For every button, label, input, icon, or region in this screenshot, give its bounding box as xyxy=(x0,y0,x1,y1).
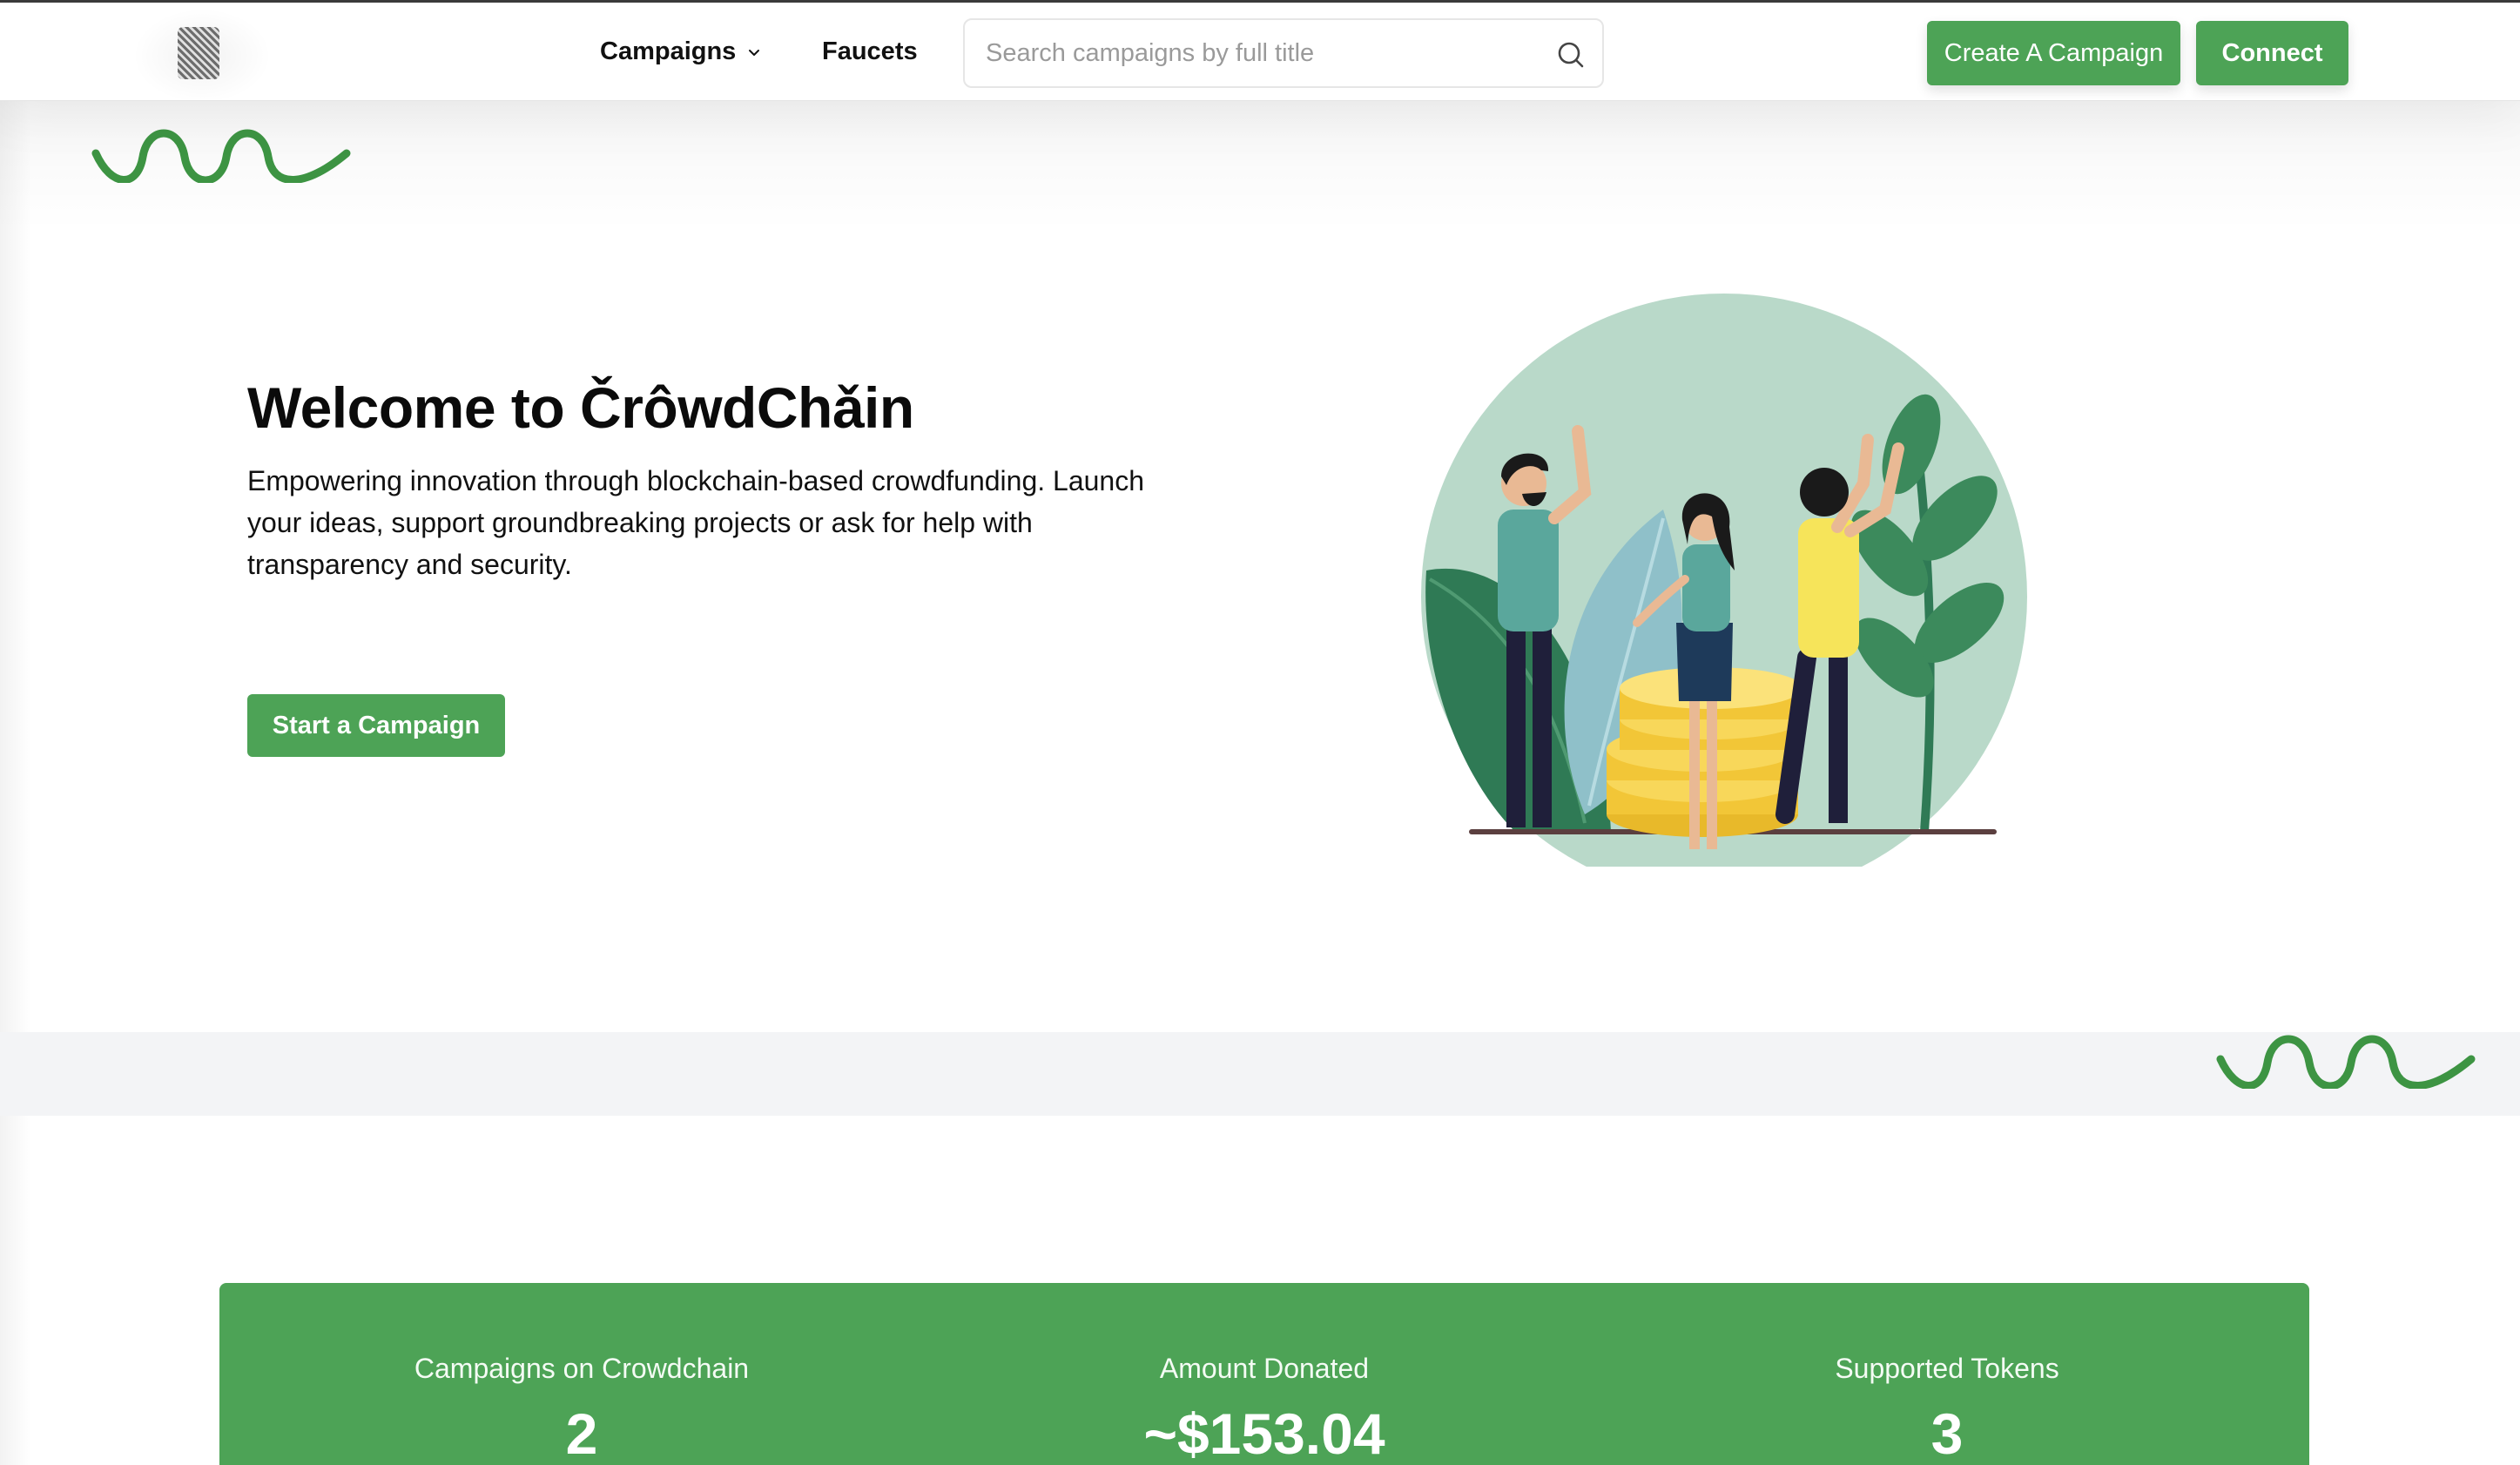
create-campaign-button[interactable]: Create A Campaign xyxy=(1927,21,2180,85)
connect-button[interactable]: Connect xyxy=(2196,21,2348,85)
top-navbar: Campaigns Faucets Create A Campaign Conn… xyxy=(0,3,2520,104)
stat-label: Supported Tokens xyxy=(1835,1353,2059,1384)
stat-value: ~$153.04 xyxy=(1143,1401,1385,1465)
stat-amount-donated: Amount Donated ~$153.04 xyxy=(1003,1353,1526,1465)
stat-label: Amount Donated xyxy=(1159,1353,1370,1384)
header-shadow-fade xyxy=(0,101,2520,232)
decorative-wave-icon xyxy=(91,129,351,183)
hero-title: Welcome to ČrôwdChǎin xyxy=(247,375,914,440)
nav-campaigns-dropdown[interactable]: Campaigns xyxy=(600,37,762,66)
search-box xyxy=(963,18,1604,88)
stat-campaigns: Campaigns on Crowdchain 2 xyxy=(320,1353,843,1465)
stat-value: 3 xyxy=(1930,1401,1964,1465)
nav-faucets-link[interactable]: Faucets xyxy=(822,37,918,66)
start-campaign-button[interactable]: Start a Campaign xyxy=(247,694,505,757)
left-edge-shadow xyxy=(0,101,31,1465)
decorative-wave-icon xyxy=(2216,1035,2476,1089)
chevron-down-icon xyxy=(749,49,760,56)
stat-label: Campaigns on Crowdchain xyxy=(414,1353,750,1384)
page: Campaigns Faucets Create A Campaign Conn… xyxy=(0,0,2520,1465)
search-icon[interactable] xyxy=(1555,39,1587,71)
stat-value: 2 xyxy=(565,1401,598,1465)
nav-faucets-label: Faucets xyxy=(822,37,918,65)
logo-icon[interactable] xyxy=(178,27,219,79)
stats-panel: Campaigns on Crowdchain 2 Amount Donated… xyxy=(219,1283,2309,1465)
hero-description: Empowering innovation through blockchain… xyxy=(247,465,1144,580)
section-divider-band xyxy=(0,1032,2520,1116)
stat-supported-tokens: Supported Tokens 3 xyxy=(1686,1353,2208,1465)
nav-campaigns-label: Campaigns xyxy=(600,37,737,65)
search-input[interactable] xyxy=(965,38,1522,68)
crowdfunding-illustration xyxy=(1421,294,2027,867)
